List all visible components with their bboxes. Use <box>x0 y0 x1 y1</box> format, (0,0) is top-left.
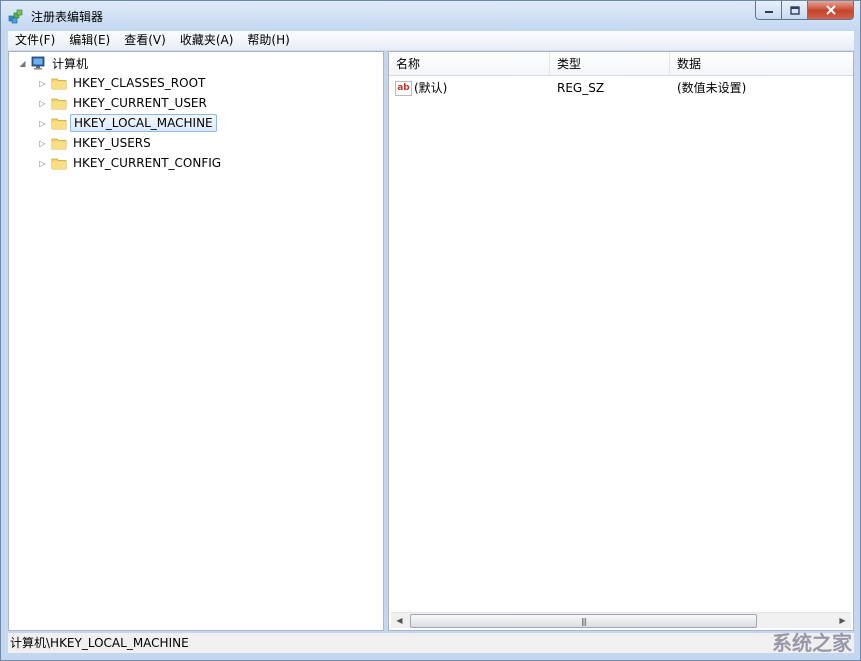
tree-label-hkey-classes-root[interactable]: HKEY_CLASSES_ROOT <box>70 75 208 91</box>
column-header-data[interactable]: 数据 <box>670 52 853 76</box>
folder-icon <box>51 118 67 130</box>
expand-arrow-icon[interactable]: ▷ <box>38 139 47 148</box>
tree-label-hkey-users[interactable]: HKEY_USERS <box>70 135 154 151</box>
collapse-arrow-icon[interactable]: ◢ <box>18 59 27 68</box>
menu-bar: 文件(F) 编辑(E) 查看(V) 收藏夹(A) 帮助(H) <box>8 31 854 51</box>
minimize-icon <box>764 11 773 13</box>
scroll-left-arrow-icon[interactable]: ◀ <box>391 613 408 628</box>
tree-row-hkcu[interactable]: ▷ HKEY_CURRENT_USER <box>38 93 210 113</box>
value-type: REG_SZ <box>557 81 605 95</box>
tree-row-computer[interactable]: ◢ 计算机 <box>18 53 91 73</box>
maximize-button[interactable] <box>782 1 808 20</box>
maximize-icon <box>789 5 800 15</box>
registry-editor-app-icon <box>8 9 23 24</box>
value-data: (数值未设置) <box>677 81 747 95</box>
folder-icon <box>51 138 67 150</box>
tree-row-hkcr[interactable]: ▷ HKEY_CLASSES_ROOT <box>38 73 208 93</box>
computer-icon <box>31 56 45 70</box>
tree-label-hkey-current-config[interactable]: HKEY_CURRENT_CONFIG <box>70 155 224 171</box>
value-name: (默认) <box>414 81 448 95</box>
menu-edit[interactable]: 编辑(E) <box>62 31 117 50</box>
folder-icon <box>51 158 67 170</box>
registry-editor-window: 注册表编辑器 文件(F) 编辑(E) 查看(V) 收藏夹(A) 帮助(H) ◢ <box>0 0 861 661</box>
menu-help[interactable]: 帮助(H) <box>240 31 296 50</box>
string-value-icon: ab <box>395 80 412 96</box>
folder-icon <box>51 78 67 90</box>
expand-arrow-icon[interactable]: ▷ <box>38 79 47 88</box>
caption-buttons <box>755 1 854 21</box>
expand-arrow-icon[interactable]: ▷ <box>38 119 47 128</box>
expand-arrow-icon[interactable]: ▷ <box>38 99 47 108</box>
close-button[interactable] <box>808 1 854 20</box>
value-row[interactable]: ab (默认) <box>395 80 447 96</box>
status-bar: 计算机\HKEY_LOCAL_MACHINE <box>8 633 854 653</box>
minimize-button[interactable] <box>755 1 782 20</box>
menu-favorites[interactable]: 收藏夹(A) <box>173 31 241 50</box>
watermark-logo: 系统之家 <box>772 631 852 655</box>
values-list-pane[interactable]: 名称 类型 数据 ab (默认) REG_SZ (数值未设置) ◀ ||| ▶ <box>388 51 854 631</box>
horizontal-scrollbar[interactable]: ◀ ||| ▶ <box>391 612 851 628</box>
folder-icon <box>51 98 67 110</box>
window-title: 注册表编辑器 <box>31 10 104 24</box>
status-path: 计算机\HKEY_LOCAL_MACHINE <box>10 636 189 650</box>
close-icon <box>825 5 836 15</box>
grip-icon: ||| <box>580 616 587 626</box>
tree-label-hkey-local-machine[interactable]: HKEY_LOCAL_MACHINE <box>70 114 217 132</box>
scroll-right-arrow-icon[interactable]: ▶ <box>834 613 851 628</box>
tree-label-computer[interactable]: 计算机 <box>49 54 91 73</box>
tree-row-hklm[interactable]: ▷ HKEY_LOCAL_MACHINE <box>38 113 217 133</box>
menu-file[interactable]: 文件(F) <box>8 31 62 50</box>
scrollbar-thumb[interactable]: ||| <box>410 614 757 628</box>
menu-view[interactable]: 查看(V) <box>117 31 173 50</box>
column-header-name[interactable]: 名称 <box>389 52 550 76</box>
tree-label-hkey-current-user[interactable]: HKEY_CURRENT_USER <box>70 95 210 111</box>
title-bar[interactable]: 注册表编辑器 <box>1 1 860 31</box>
expand-arrow-icon[interactable]: ▷ <box>38 159 47 168</box>
key-tree-pane[interactable]: ◢ 计算机 ▷ HKEY_CLASSES_ROOT ▷ HKEY_CURRENT… <box>8 51 384 631</box>
tree-row-hkcc[interactable]: ▷ HKEY_CURRENT_CONFIG <box>38 153 224 173</box>
column-header-type[interactable]: 类型 <box>550 52 670 76</box>
tree-row-hku[interactable]: ▷ HKEY_USERS <box>38 133 154 153</box>
